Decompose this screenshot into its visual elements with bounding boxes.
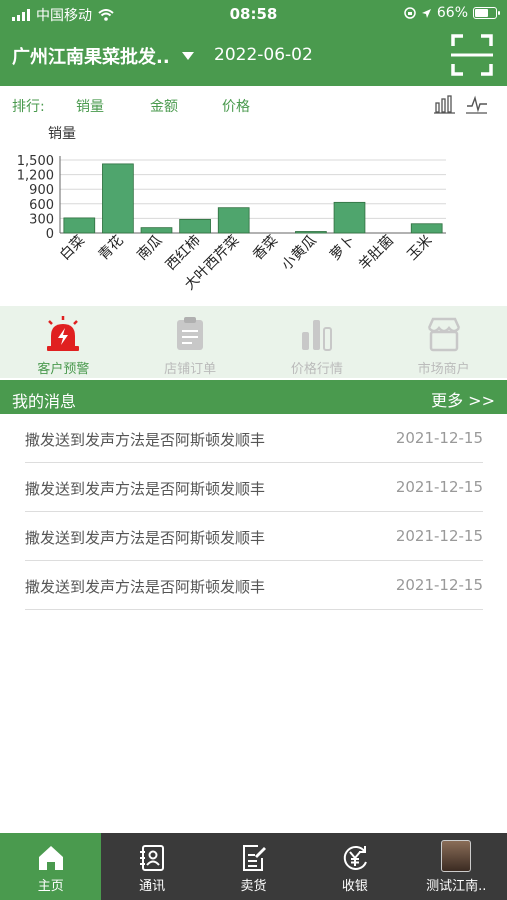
chart-x-tick-label: 羊肚菌 bbox=[356, 233, 397, 274]
market-name: 广州江南果菜批发.. bbox=[12, 47, 170, 68]
header: 广州江南果菜批发.. 2022-06-02 bbox=[0, 28, 507, 86]
nav-label: 通讯 bbox=[139, 879, 166, 894]
nav-profile[interactable]: 测试江南.. bbox=[406, 833, 507, 900]
message-text: 撒发送到发声方法是否阿斯顿发顺丰 bbox=[25, 431, 266, 449]
chart-bar bbox=[410, 223, 443, 234]
feature-row: 客户预警 店铺订单 价格行情 市场商户 bbox=[0, 306, 507, 378]
chart-x-tick-label: 小黄瓜 bbox=[278, 232, 320, 274]
tab-price[interactable]: 价格 bbox=[222, 96, 250, 116]
chart-x-tick-label: 萝卜 bbox=[327, 233, 358, 264]
chevron-down-icon bbox=[181, 52, 194, 60]
feature-label: 市场商户 bbox=[417, 362, 470, 377]
chart-y-tick-label: 1,500 bbox=[17, 154, 54, 169]
location-icon bbox=[421, 8, 431, 18]
more-link[interactable]: 更多 >> bbox=[431, 387, 495, 411]
feature-label: 价格行情 bbox=[290, 362, 343, 377]
nav-label: 主页 bbox=[37, 879, 64, 894]
chart-bar bbox=[140, 227, 173, 234]
app-screen: 中国移动 08:58 66% 广州江南果菜批发.. 2022-06-02 排行:… bbox=[0, 0, 507, 900]
chart-ylabel: 销量 bbox=[48, 126, 76, 142]
bar-chart-icon[interactable] bbox=[434, 94, 456, 114]
status-bar: 中国移动 08:58 66% bbox=[0, 0, 507, 28]
tab-amount[interactable]: 金额 bbox=[150, 96, 178, 116]
nav-sell[interactable]: 卖货 bbox=[203, 833, 304, 900]
nav-label: 测试江南.. bbox=[426, 879, 487, 894]
bottom-nav: 主页 通讯 卖货 收银 测试江南.. bbox=[0, 833, 507, 900]
feature-store-orders[interactable]: 店铺订单 bbox=[127, 306, 254, 378]
chart-bar bbox=[63, 217, 96, 234]
nav-contacts[interactable]: 通讯 bbox=[101, 833, 202, 900]
chart-bar bbox=[333, 201, 366, 234]
chart-y-tick-label: 300 bbox=[29, 212, 54, 227]
scan-icon[interactable] bbox=[449, 32, 495, 78]
header-date: 2022-06-02 bbox=[214, 45, 313, 65]
chart-bar bbox=[217, 207, 250, 234]
feature-label: 客户预警 bbox=[37, 362, 90, 377]
chart-y-tick-label: 600 bbox=[29, 198, 54, 213]
order-clipboard-icon bbox=[177, 317, 204, 350]
chart-bar bbox=[102, 163, 134, 234]
contacts-icon bbox=[140, 845, 165, 871]
nav-home[interactable]: 主页 bbox=[0, 833, 102, 900]
feature-customer-alert[interactable]: 客户预警 bbox=[0, 306, 127, 378]
list-item[interactable]: 撒发送到发声方法是否阿斯顿发顺丰 2021-12-15 bbox=[25, 512, 483, 561]
chart-x-tick-label: 白菜 bbox=[57, 233, 88, 264]
message-date: 2021-12-15 bbox=[395, 478, 483, 496]
nav-label: 卖货 bbox=[240, 879, 267, 894]
storefront-icon bbox=[427, 317, 460, 352]
price-trend-icon bbox=[301, 320, 332, 351]
chart-x-tick-label: 玉米 bbox=[404, 233, 435, 264]
feature-market-merchants[interactable]: 市场商户 bbox=[380, 306, 507, 378]
sell-edit-icon bbox=[243, 845, 267, 871]
market-selector[interactable]: 广州江南果菜批发.. bbox=[12, 43, 194, 69]
feature-price-trend[interactable]: 价格行情 bbox=[254, 306, 381, 378]
message-date: 2021-12-15 bbox=[395, 429, 483, 447]
chart-x-tick-label: 南瓜 bbox=[134, 233, 165, 264]
chart-bar bbox=[295, 231, 327, 234]
line-chart-icon[interactable] bbox=[466, 94, 488, 114]
message-text: 撒发送到发声方法是否阿斯顿发顺丰 bbox=[25, 529, 266, 547]
alarm-icon bbox=[47, 316, 80, 351]
cashier-icon bbox=[343, 845, 367, 870]
bar-chart: 销量 1,5001,2009006003000 白菜 青花 南瓜西红柿大叶西芹菜 香菜小… bbox=[17, 126, 446, 293]
nav-label: 收银 bbox=[341, 879, 368, 894]
chart-y-tick-label: 900 bbox=[29, 183, 54, 198]
list-item[interactable]: 撒发送到发声方法是否阿斯顿发顺丰 2021-12-15 bbox=[25, 463, 483, 512]
orientation-lock-icon bbox=[404, 7, 416, 19]
tab-sales-volume[interactable]: 销量 bbox=[76, 96, 104, 116]
messages-header: 我的消息 更多 >> bbox=[0, 380, 507, 414]
chart-x-tick-label: 香菜 bbox=[250, 233, 281, 264]
nav-cashier[interactable]: 收银 bbox=[304, 833, 405, 900]
chart-y-tick-label: 0 bbox=[46, 227, 54, 242]
list-item[interactable]: 撒发送到发声方法是否阿斯顿发顺丰 2021-12-15 bbox=[25, 414, 483, 463]
feature-label: 店铺订单 bbox=[164, 362, 217, 377]
message-date: 2021-12-15 bbox=[395, 527, 483, 545]
messages-title: 我的消息 bbox=[12, 392, 77, 411]
battery-icon bbox=[473, 7, 500, 19]
message-text: 撒发送到发声方法是否阿斯顿发顺丰 bbox=[25, 578, 266, 596]
status-right: 66% bbox=[404, 5, 500, 21]
avatar bbox=[441, 840, 472, 872]
chart-x-tick-label: 青花 bbox=[96, 233, 127, 264]
chart-y-tick-label: 1,200 bbox=[17, 169, 54, 184]
rank-label: 排行: bbox=[12, 99, 45, 115]
sales-chart: 销量 1,500 1,200 900 600 300 0 白菜 青花 南瓜 西红柿 大叶西芹菜 香菜小… bbox=[0, 118, 507, 306]
messages-list: 撒发送到发声方法是否阿斯顿发顺丰 2021-12-15 撒发送到发声方法是否阿斯… bbox=[25, 414, 483, 610]
home-icon bbox=[38, 846, 63, 870]
list-item[interactable]: 撒发送到发声方法是否阿斯顿发顺丰 2021-12-15 bbox=[25, 561, 483, 610]
rank-row: 排行: 销量 金额 价格 bbox=[0, 90, 507, 118]
message-text: 撒发送到发声方法是否阿斯顿发顺丰 bbox=[25, 480, 266, 498]
battery-percent: 66% bbox=[436, 5, 468, 21]
message-date: 2021-12-15 bbox=[395, 576, 483, 594]
chart-bar bbox=[179, 218, 211, 234]
